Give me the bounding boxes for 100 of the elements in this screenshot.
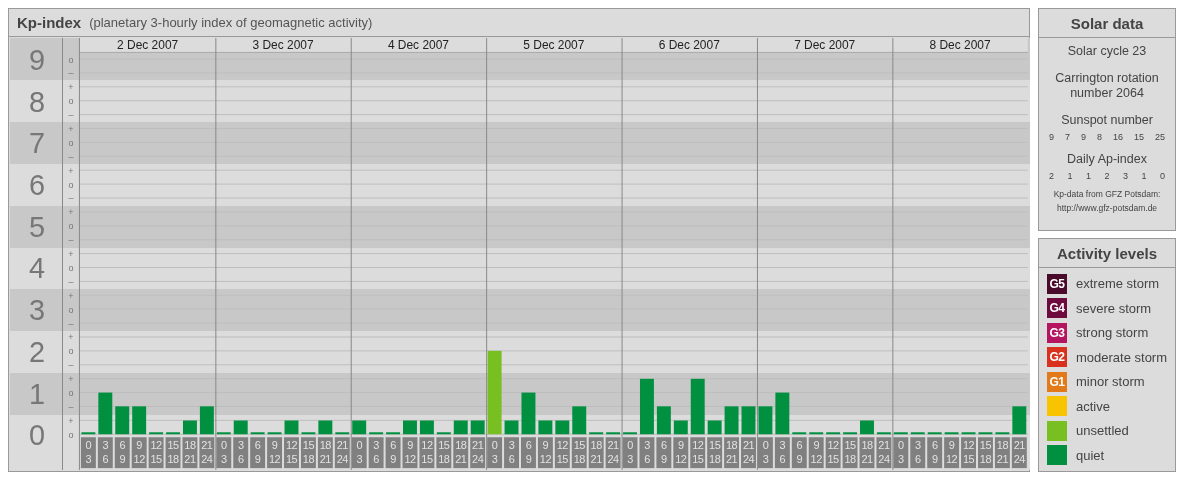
date-label: 5 Dec 2007 <box>523 37 585 52</box>
ap-index-value: 1 <box>1086 171 1091 181</box>
sunspot-value: 25 <box>1155 132 1165 142</box>
level-swatch: G5 <box>1047 273 1067 294</box>
kp-bar <box>589 432 604 435</box>
kp-bar <box>758 406 773 435</box>
y-subtick-label: o <box>68 221 74 232</box>
x-tick-label: 3 6 <box>779 439 786 466</box>
date-label: 3 Dec 2007 <box>252 37 314 52</box>
ap-index-value: 2 <box>1104 171 1110 181</box>
y-axis-label: 5 <box>29 210 46 243</box>
x-tick-label: 6 9 <box>254 439 261 466</box>
y-subtick-label: o <box>68 262 74 273</box>
y-axis-label: 3 <box>29 294 46 327</box>
y-subtick-label: + <box>68 374 74 385</box>
credit-text: Kp-data from GFZ Potsdam: <box>1053 189 1161 199</box>
credit-url: http://www.gfz-potsdam.de <box>1056 203 1158 213</box>
level-label: severe storm <box>1076 300 1152 316</box>
time-slot-label: 21 24 <box>199 437 215 468</box>
y-subtick-label: – <box>68 193 74 204</box>
x-tick-label: 6 9 <box>525 439 532 466</box>
time-slot-label: 15 18 <box>707 437 723 468</box>
y-subtick-label: o <box>68 54 74 65</box>
time-slot-label: 0 3 <box>893 437 909 468</box>
sunspot-value: 9 <box>1081 132 1086 142</box>
x-tick-label: 3 6 <box>373 439 380 466</box>
time-slot-label: 6 9 <box>250 437 266 468</box>
kp-bar <box>843 432 858 435</box>
y-subtick-label: o <box>68 387 74 398</box>
sunspot-value: 16 <box>1113 132 1123 142</box>
time-slot-label: 18 21 <box>182 437 198 468</box>
time-slot-label: 12 15 <box>961 437 976 468</box>
kp-bar <box>690 378 705 435</box>
level-swatch: G4 <box>1047 298 1067 319</box>
time-slot-label: 3 6 <box>233 437 249 468</box>
y-subtick-label: + <box>68 165 74 176</box>
level-label: extreme storm <box>1076 276 1160 292</box>
kp-bar <box>893 432 908 435</box>
kp-bar <box>149 432 164 435</box>
kp-bar <box>436 432 451 435</box>
level-swatch: G2 <box>1047 347 1067 368</box>
level-label: strong storm <box>1076 325 1149 341</box>
kp-bar <box>961 432 976 435</box>
y-axis-label: 6 <box>29 168 46 201</box>
y-axis-label: 4 <box>29 252 46 285</box>
kp-bar <box>741 406 756 435</box>
y-subtick-label: + <box>68 415 74 426</box>
sunspot-value: 7 <box>1065 132 1070 142</box>
kp-bar <box>995 432 1010 435</box>
kp-bar <box>606 432 621 435</box>
ap-index-value: 3 <box>1123 171 1128 181</box>
ap-index-value: 1 <box>1067 171 1073 181</box>
y-subtick-label: – <box>68 360 74 371</box>
y-subtick-label: – <box>68 276 74 287</box>
y-subtick-label: o <box>68 137 74 148</box>
time-slot-label: 21 24 <box>470 437 486 468</box>
y-subtick-label: + <box>68 207 74 218</box>
y-axis-label: 9 <box>29 43 46 76</box>
y-axis-label: 1 <box>29 377 46 410</box>
y-subtick-label: – <box>68 110 74 120</box>
time-slot-label: 15 18 <box>436 437 452 468</box>
y-subtick-label: – <box>68 68 74 79</box>
ap-index-value: 1 <box>1141 171 1147 181</box>
x-tick-label: 6 9 <box>119 439 126 466</box>
y-subtick-label: + <box>68 123 74 134</box>
kp-bar <box>98 392 113 435</box>
kp-bar <box>386 432 400 435</box>
y-subtick-label: o <box>68 304 74 315</box>
time-slot-label: 3 6 <box>504 437 519 468</box>
y-subtick-label: o <box>68 96 74 107</box>
kp-bar <box>809 432 824 435</box>
x-tick-label: 6 9 <box>661 439 668 466</box>
time-slot-label: 0 3 <box>487 437 503 468</box>
y-subtick-label: + <box>68 82 74 93</box>
panel-subtitle: (planetary 3-hourly index of geomagnetic activity) <box>89 14 373 30</box>
level-label: unsettled <box>1076 423 1129 439</box>
y-subtick-label: + <box>68 248 74 259</box>
kp-bar <box>910 432 925 435</box>
kp-bar <box>301 432 316 435</box>
kp-bar <box>775 392 790 435</box>
kp-bar <box>115 406 130 435</box>
kp-bar <box>640 378 654 435</box>
kp-bar <box>944 432 959 435</box>
time-slot-label: 6 9 <box>521 437 536 468</box>
x-tick-label: 0 3 <box>491 439 498 466</box>
time-slot-label: 3 6 <box>910 437 926 468</box>
time-slot-label: 3 6 <box>639 437 655 468</box>
y-axis-label: 7 <box>29 127 46 160</box>
x-tick-label: 6 9 <box>796 439 803 466</box>
time-slot-label: 9 12 <box>673 437 689 468</box>
kp-bar <box>132 406 147 435</box>
time-slot-label: 21 24 <box>876 437 892 468</box>
x-tick-label: 3 6 <box>914 439 921 466</box>
time-slot-label: 18 21 <box>453 437 469 468</box>
kp-bar <box>335 432 350 435</box>
sunspot-value: 8 <box>1097 132 1102 142</box>
time-slot-label: 0 3 <box>216 437 232 468</box>
level-swatch: G3 <box>1047 322 1067 343</box>
panel-heading: Solar data <box>1039 9 1176 38</box>
kp-bar <box>250 432 265 435</box>
